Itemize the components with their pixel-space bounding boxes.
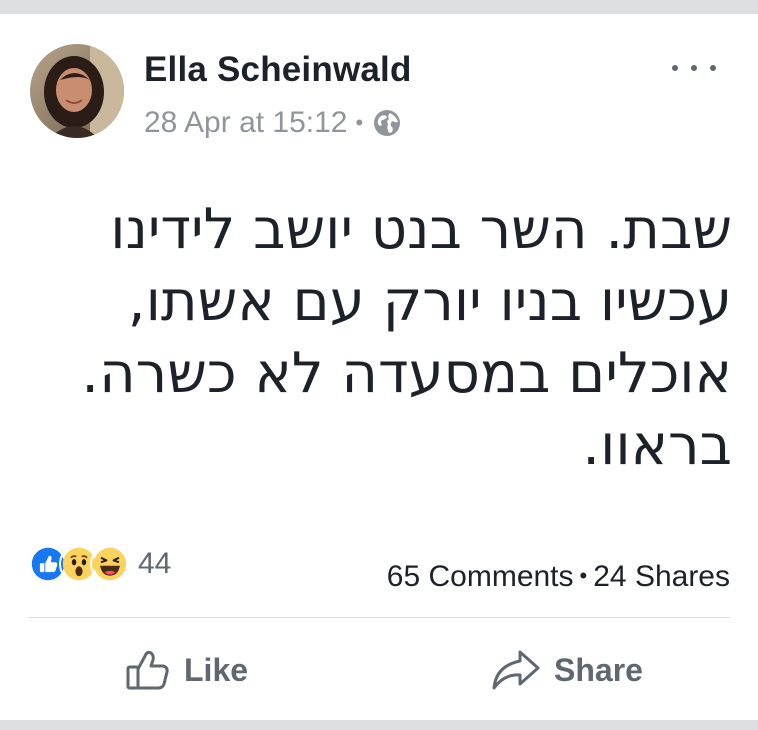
globe-icon[interactable] bbox=[372, 108, 402, 138]
share-button[interactable]: Share bbox=[490, 642, 643, 698]
post-text: שבת. השר בנט יושב לידינו עכשיו בניו יורק… bbox=[81, 197, 732, 478]
post-meta: 28 Apr at 15:12 • bbox=[144, 106, 402, 140]
haha-reaction-icon bbox=[90, 544, 130, 584]
post-card: Ella Scheinwald 28 Apr at 15:12 • שבת. ה… bbox=[0, 14, 758, 720]
author-name[interactable]: Ella Scheinwald bbox=[144, 50, 412, 90]
reactions-summary[interactable]: 44 bbox=[28, 542, 171, 586]
reaction-count: 44 bbox=[138, 547, 172, 580]
divider bbox=[28, 617, 730, 618]
share-arrow-icon bbox=[490, 646, 542, 694]
avatar[interactable] bbox=[30, 44, 124, 138]
like-button[interactable]: Like bbox=[124, 642, 248, 698]
meta-separator: • bbox=[355, 110, 364, 135]
share-label: Share bbox=[554, 651, 643, 688]
like-label: Like bbox=[184, 651, 249, 688]
comments-count[interactable]: 65 Comments bbox=[387, 560, 574, 593]
post-timestamp[interactable]: 28 Apr at 15:12 bbox=[144, 106, 348, 140]
avatar-image bbox=[30, 44, 124, 138]
stats-separator: • bbox=[579, 563, 588, 588]
shares-count[interactable]: 24 Shares bbox=[593, 560, 730, 593]
more-options-icon[interactable] bbox=[672, 56, 716, 80]
thumbs-up-icon bbox=[124, 646, 172, 694]
post-stats: 65 Comments • 24 Shares bbox=[387, 560, 730, 594]
